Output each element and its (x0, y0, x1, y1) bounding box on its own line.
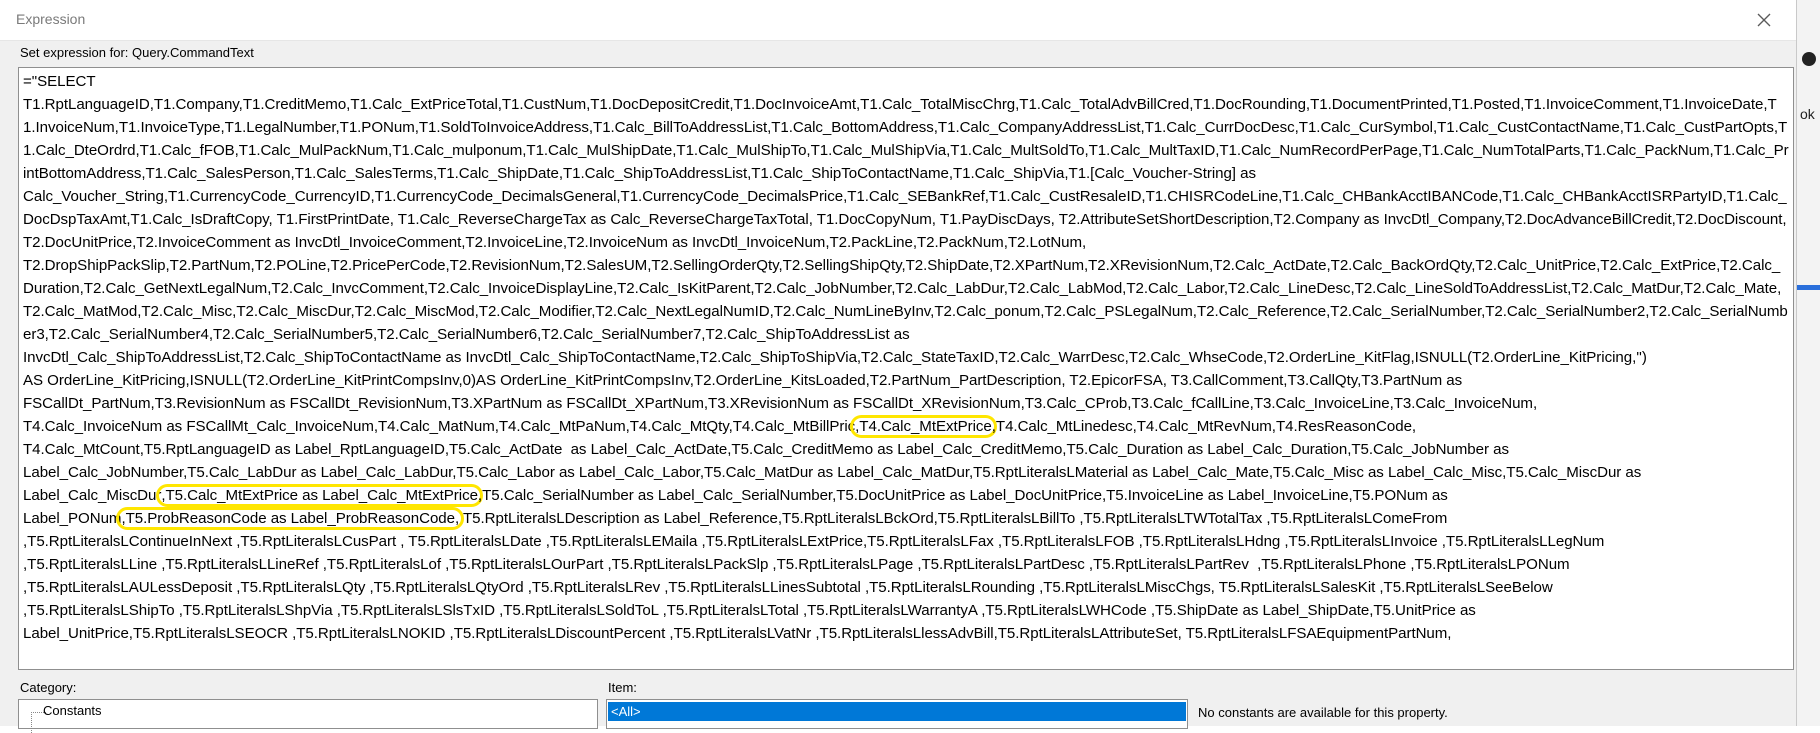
background-app-icon (1802, 52, 1816, 66)
background-app-strip: ok (1796, 0, 1820, 726)
background-app-text: ok (1800, 106, 1815, 122)
category-item-constants[interactable]: Constants (43, 703, 102, 718)
highlight-annotation: ,T5.Calc_MtExtPrice as Label_Calc_MtExtP… (156, 484, 483, 507)
highlight-annotation: ,T4.Calc_MtExtPrice (850, 415, 997, 438)
item-list-entry-all[interactable]: <All> (608, 702, 1186, 721)
window-title: Expression (16, 11, 86, 27)
background-app-accent (1796, 285, 1820, 290)
item-list[interactable]: <All> (606, 699, 1188, 729)
set-expression-label: Set expression for: Query.CommandText (20, 45, 254, 60)
expression-text[interactable]: ="SELECT T1.RptLanguageID,T1.Company,T1.… (23, 70, 1789, 645)
expression-segment: T5.RptLiteralsLDescription as Label_Refe… (23, 510, 1605, 642)
expression-editor[interactable]: ="SELECT T1.RptLanguageID,T1.Company,T1.… (18, 67, 1794, 670)
close-button[interactable] (1746, 4, 1782, 36)
expression-segment: ="SELECT T1.RptLanguageID,T1.Company,T1.… (23, 73, 1789, 435)
item-description: No constants are available for this prop… (1198, 705, 1448, 720)
expression-dialog: Expression Set expression for: Query.Com… (0, 0, 1797, 733)
category-tree[interactable]: Constants (18, 699, 598, 733)
close-icon (1757, 13, 1771, 27)
highlight-annotation: ,T5.ProbReasonCode as Label_ProbReasonCo… (116, 507, 465, 530)
category-label: Category: (20, 680, 77, 695)
item-label: Item: (608, 680, 637, 695)
title-bar: Expression (0, 0, 1796, 41)
